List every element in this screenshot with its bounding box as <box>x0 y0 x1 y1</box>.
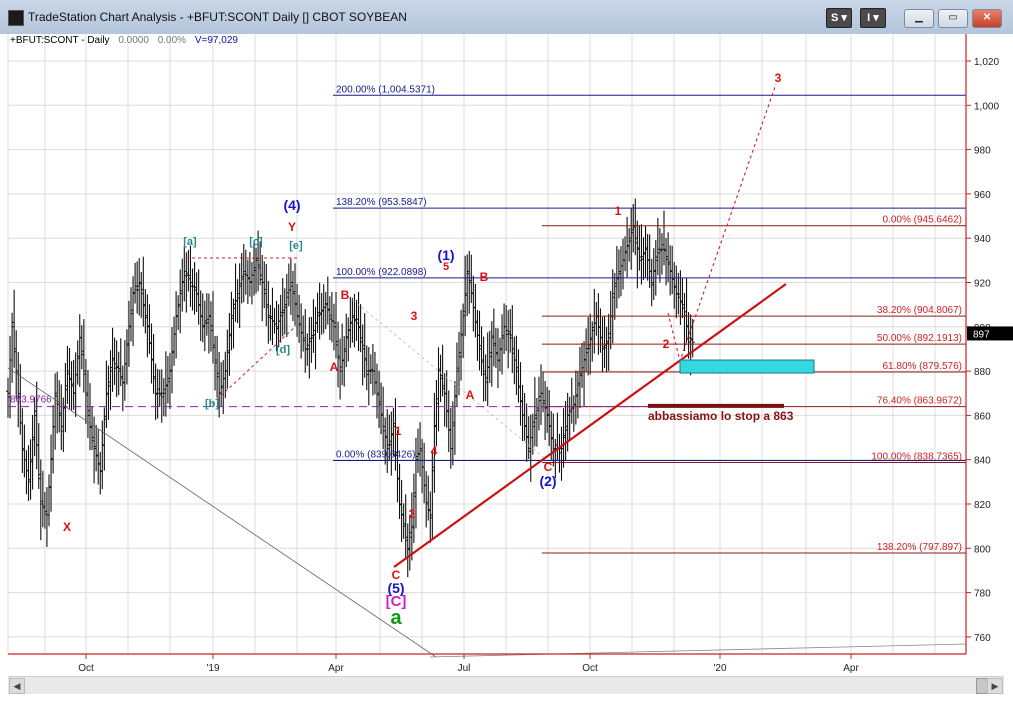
wave-label: [a] <box>183 236 197 248</box>
fib-upper-label: 100.00% (922.0898) <box>336 267 427 278</box>
stop-level-bar <box>648 403 784 408</box>
close-button[interactable]: ✕ <box>972 9 1002 28</box>
wave-label: B <box>341 288 350 302</box>
horizontal-scrollbar[interactable]: ◀ ▶ <box>8 676 1004 694</box>
wave-label: 1 <box>395 424 402 438</box>
y-tick-label: 780 <box>974 589 991 600</box>
fib-upper-label: 0.00% (839.6426) <box>336 449 416 460</box>
scroll-right-arrow-icon[interactable]: ▶ <box>987 678 1003 694</box>
purple-level-label: 863.9766 <box>10 395 52 406</box>
x-tick-label: Apr <box>843 663 859 674</box>
fib-lower-label: 100.00% (838.7365) <box>871 451 962 462</box>
x-tick-label: Oct <box>582 663 598 674</box>
x-tick-label: Apr <box>328 663 344 674</box>
fib-lower-label: 61.80% (879.576) <box>882 361 962 372</box>
y-tick-label: 960 <box>974 190 991 201</box>
wave-label: C <box>544 460 553 474</box>
tradestation-app-icon <box>8 10 24 26</box>
y-tick-label: 1,000 <box>974 101 999 112</box>
wave-label: [c] <box>249 236 263 248</box>
wave-label: A <box>466 388 475 402</box>
y-tick-label: 1,020 <box>974 57 999 68</box>
wave-label: 3 <box>411 309 418 323</box>
y-tick-label: 760 <box>974 633 991 644</box>
x-tick-label: Jul <box>458 663 471 674</box>
x-tick-label: '19 <box>206 663 219 674</box>
fib-lower-label: 76.40% (863.9672) <box>877 396 962 407</box>
fib-upper-label: 200.00% (1,004.5371) <box>336 84 435 95</box>
wave-label: 2 <box>409 507 416 521</box>
price-chart[interactable]: 200.00% (1,004.5371)138.20% (953.5847)10… <box>0 34 1013 676</box>
wave-label: [b] <box>205 398 219 410</box>
wave-label: [d] <box>276 344 290 356</box>
y-tick-label: 940 <box>974 234 991 245</box>
wave-label: Y <box>288 220 296 234</box>
y-tick-label: 980 <box>974 146 991 157</box>
styles-menu-button[interactable]: S ▾ <box>826 8 852 28</box>
scroll-left-arrow-icon[interactable]: ◀ <box>9 678 25 694</box>
fib-upper-label: 138.20% (953.5847) <box>336 197 427 208</box>
last-price-label: 897 <box>973 329 990 340</box>
wave-label: 1 <box>615 204 622 218</box>
target-zone-box <box>679 359 815 374</box>
y-tick-label: 800 <box>974 544 991 555</box>
x-tick-label: '20 <box>713 663 726 674</box>
wave-label: (4) <box>283 197 300 213</box>
minimize-button[interactable]: ▁ <box>904 9 934 28</box>
x-tick-label: Oct <box>78 663 94 674</box>
stop-annotation: abbassiamo lo stop a 863 <box>648 409 794 423</box>
fib-lower-label: 38.20% (904.8067) <box>877 305 962 316</box>
wave-label: B <box>480 270 489 284</box>
wave-label: A <box>330 360 339 374</box>
fib-lower-label: 138.20% (797.897) <box>877 542 962 553</box>
fib-lower-label: 0.00% (945.6462) <box>882 215 962 226</box>
y-tick-label: 880 <box>974 367 991 378</box>
wave-label: X <box>63 520 71 534</box>
chart-symbol-header: +BFUT:SCONT - Daily 0.0000 0.00% V=97,02… <box>10 35 238 46</box>
wave-label: 2 <box>663 337 670 351</box>
window-titlebar: TradeStation Chart Analysis - +BFUT:SCON… <box>0 0 1013 35</box>
y-tick-label: 820 <box>974 500 991 511</box>
wave-label: [e] <box>289 240 303 252</box>
wave-label: (2) <box>539 473 556 489</box>
indicators-menu-button[interactable]: I ▾ <box>860 8 886 28</box>
maximize-button[interactable]: ▭ <box>938 9 968 28</box>
wave-label: 3 <box>775 71 782 85</box>
wave-label: a <box>390 607 402 629</box>
wave-label: 4 <box>431 444 438 458</box>
window-title: TradeStation Chart Analysis - +BFUT:SCON… <box>28 10 407 24</box>
y-tick-label: 860 <box>974 411 991 422</box>
y-tick-label: 840 <box>974 456 991 467</box>
y-tick-label: 920 <box>974 279 991 290</box>
fib-lower-label: 50.00% (892.1913) <box>877 333 962 344</box>
wave-label: 5 <box>443 261 449 273</box>
